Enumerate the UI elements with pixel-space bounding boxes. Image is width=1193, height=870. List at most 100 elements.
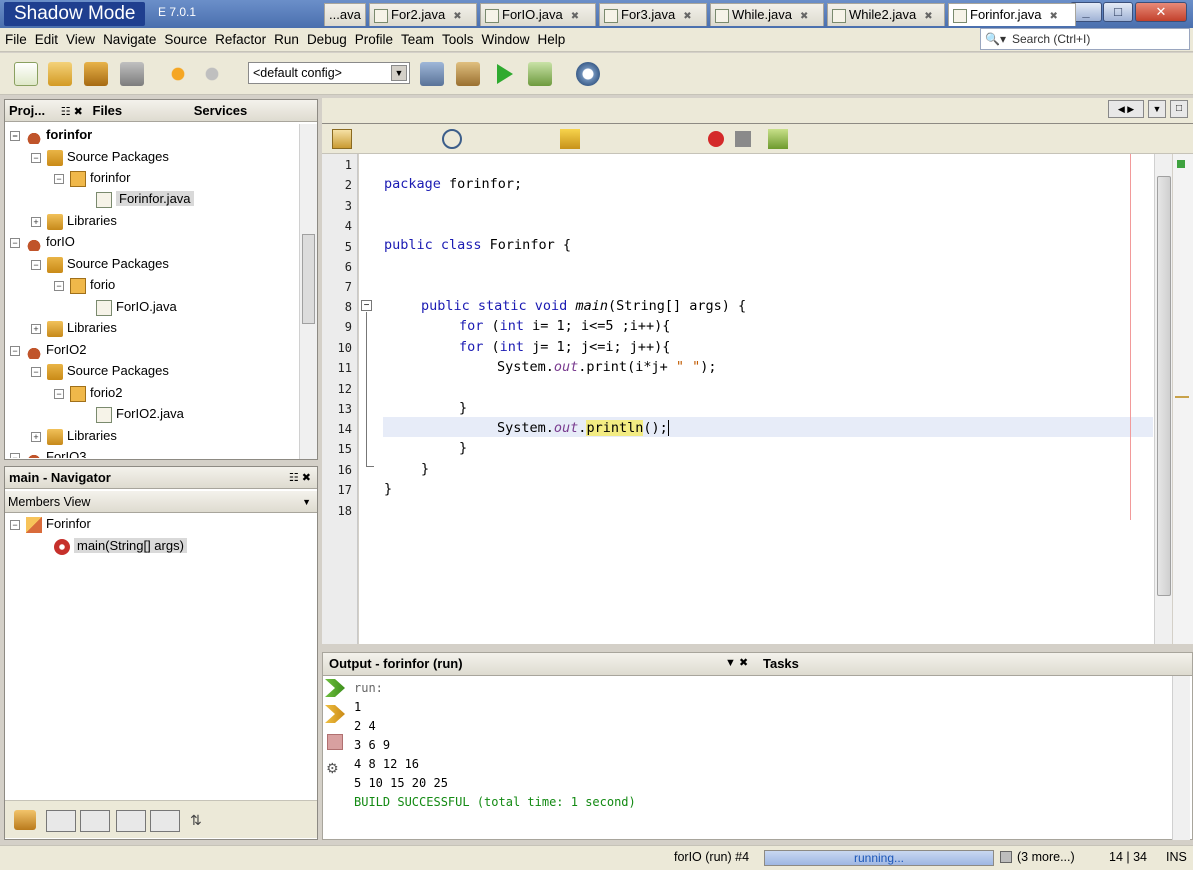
tree-project-forinfor[interactable]: − forinfor: [10, 124, 92, 145]
tree-file-forio2-java[interactable]: ForIO2.java: [96, 403, 184, 424]
prev-bookmark-icon[interactable]: [560, 129, 580, 149]
tree-file-forio-java[interactable]: ForIO.java: [96, 296, 177, 317]
collapse-icon[interactable]: −: [10, 237, 20, 248]
tree-package-forinfor[interactable]: − forinfor: [54, 167, 130, 188]
menu-view[interactable]: View: [63, 28, 98, 52]
tree-libraries[interactable]: + Libraries: [31, 425, 117, 446]
collapse-icon[interactable]: −: [31, 366, 41, 377]
tab-for2-java[interactable]: For2.java ✖: [369, 3, 477, 26]
expand-icon[interactable]: +: [31, 431, 41, 442]
scrollbar-thumb[interactable]: [302, 234, 315, 324]
output-scrollbar[interactable]: [1172, 676, 1190, 840]
collapse-icon[interactable]: −: [10, 452, 20, 458]
fold-icon[interactable]: −: [361, 300, 372, 311]
new-file-icon[interactable]: [14, 62, 38, 86]
tab-services[interactable]: Services: [194, 103, 248, 118]
tab-while2-java[interactable]: While2.java ✖: [827, 3, 945, 26]
tab-ava[interactable]: ...ava: [324, 3, 366, 26]
navigator-class[interactable]: − Forinfor: [10, 513, 91, 534]
maximize-button[interactable]: □: [1103, 2, 1133, 22]
settings-icon[interactable]: ⚙: [326, 760, 344, 778]
stop-icon[interactable]: [327, 734, 343, 750]
tab-while-java[interactable]: While.java ✖: [710, 3, 824, 26]
menu-source[interactable]: Source: [161, 28, 210, 52]
collapse-icon[interactable]: −: [31, 152, 41, 163]
more-tasks-link[interactable]: (3 more...): [1017, 850, 1075, 864]
show-nonpublic-icon[interactable]: [116, 810, 146, 832]
close-icon[interactable]: ✖: [683, 11, 691, 22]
progress-bar[interactable]: running...: [764, 850, 994, 866]
config-select[interactable]: <default config> ▼: [248, 62, 410, 84]
close-window-button[interactable]: ✕: [1135, 2, 1187, 22]
tab-forinfor-java[interactable]: Forinfor.java ✖: [948, 3, 1076, 26]
profile-icon[interactable]: [576, 62, 600, 86]
tab-projects[interactable]: Proj...: [9, 103, 45, 118]
inherited-members-icon[interactable]: [14, 810, 36, 830]
collapse-icon[interactable]: −: [10, 519, 20, 530]
collapse-icon[interactable]: −: [31, 259, 41, 270]
menu-run[interactable]: Run: [271, 28, 302, 52]
comment-icon[interactable]: [768, 129, 788, 149]
status-task[interactable]: forIO (run) #4: [674, 850, 749, 864]
tree-source-packages[interactable]: − Source Packages: [31, 253, 169, 274]
sort-by-source-icon[interactable]: ⇅: [190, 812, 210, 830]
tree-file-forinfor-java[interactable]: Forinfor.java: [96, 188, 194, 209]
record-macro-icon[interactable]: [708, 131, 724, 147]
stop-macro-icon[interactable]: [735, 131, 751, 147]
menu-team[interactable]: Team: [398, 28, 437, 52]
build-hammer-icon[interactable]: [420, 62, 444, 86]
scrollbar-thumb[interactable]: [1157, 176, 1171, 596]
menu-file[interactable]: File: [2, 28, 30, 52]
new-project-icon[interactable]: [48, 62, 72, 86]
collapse-icon[interactable]: −: [54, 388, 64, 399]
menu-refactor[interactable]: Refactor: [212, 28, 269, 52]
save-all-icon[interactable]: [120, 62, 144, 86]
undo-icon[interactable]: [166, 62, 190, 86]
collapse-icon[interactable]: −: [10, 345, 20, 356]
sort-by-name-icon[interactable]: [150, 810, 180, 832]
menu-edit[interactable]: Edit: [32, 28, 61, 52]
tab-tasks[interactable]: Tasks: [763, 656, 799, 671]
close-icon[interactable]: ☷ ✖: [61, 106, 83, 118]
tree-project-forio3[interactable]: − ForIO3: [10, 446, 86, 458]
expand-icon[interactable]: +: [31, 323, 41, 334]
code-editor[interactable]: [359, 154, 1154, 644]
tree-package-forio[interactable]: − forio: [54, 274, 115, 295]
collapse-icon[interactable]: −: [10, 130, 20, 141]
output-title[interactable]: Output - forinfor (run): [329, 656, 463, 671]
clean-build-icon[interactable]: [456, 62, 480, 86]
close-icon[interactable]: ✖: [800, 11, 808, 22]
tab-for3-java[interactable]: For3.java ✖: [599, 3, 707, 26]
tab-forio-java[interactable]: ForIO.java ✖: [480, 3, 596, 26]
tab-list-icon[interactable]: ▼: [1148, 100, 1166, 118]
tree-project-forio[interactable]: − forIO: [10, 231, 75, 252]
menu-tools[interactable]: Tools: [439, 28, 477, 52]
menu-profile[interactable]: Profile: [352, 28, 396, 52]
menu-window[interactable]: Window: [479, 28, 533, 52]
navigator-member[interactable]: main(String[] args): [54, 535, 187, 556]
show-static-icon[interactable]: [80, 810, 110, 832]
close-icon[interactable]: ▼ ✖: [725, 656, 748, 669]
tab-scroll-arrows-icon[interactable]: ◀ ▶: [1108, 100, 1144, 118]
close-icon[interactable]: ✖: [571, 11, 579, 22]
menu-help[interactable]: Help: [535, 28, 569, 52]
collapse-icon[interactable]: −: [54, 173, 64, 184]
search-input[interactable]: 🔍▾ Search (Ctrl+I): [980, 28, 1190, 50]
debug-icon[interactable]: [528, 62, 552, 86]
tree-libraries[interactable]: + Libraries: [31, 210, 117, 231]
find-icon[interactable]: [442, 129, 462, 149]
source-history-icon[interactable]: [332, 129, 352, 149]
show-fields-icon[interactable]: [46, 810, 76, 832]
close-icon[interactable]: ✖: [924, 11, 932, 22]
maximize-editor-icon[interactable]: □: [1170, 100, 1188, 118]
members-view-select[interactable]: Members View ▼: [5, 491, 317, 513]
editor-scrollbar[interactable]: [1154, 154, 1172, 644]
expand-icon[interactable]: +: [31, 216, 41, 227]
menu-debug[interactable]: Debug: [304, 28, 350, 52]
run-icon[interactable]: [497, 64, 513, 84]
tree-source-packages[interactable]: − Source Packages: [31, 360, 169, 381]
tab-files[interactable]: Files: [93, 103, 123, 118]
tree-source-packages[interactable]: − Source Packages: [31, 146, 169, 167]
tree-project-forio2[interactable]: − ForIO2: [10, 339, 86, 360]
tree-libraries[interactable]: + Libraries: [31, 317, 117, 338]
